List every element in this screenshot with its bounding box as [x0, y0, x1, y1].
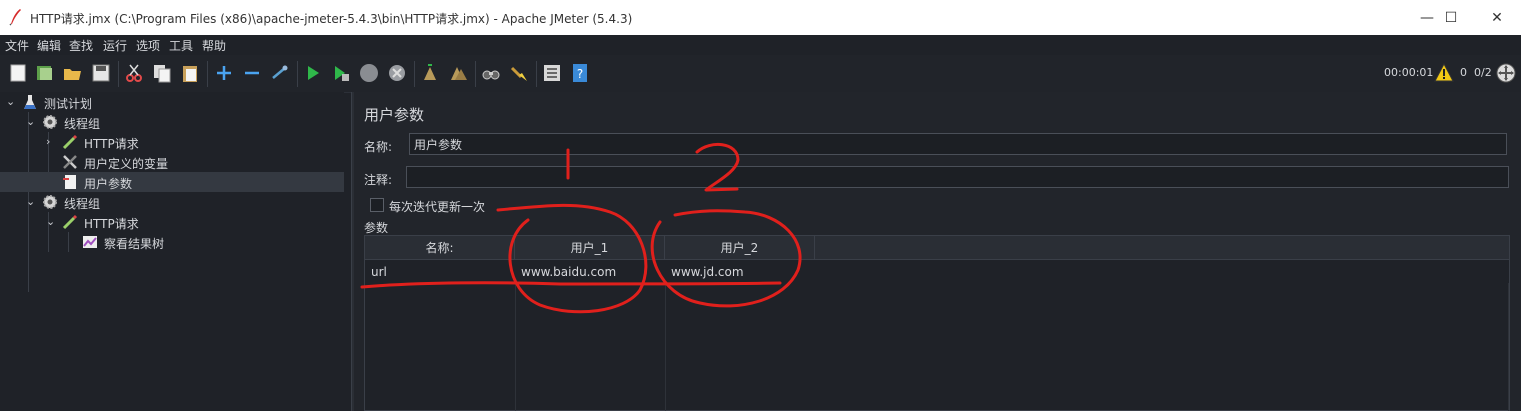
column-divider: [1508, 283, 1509, 411]
gear-icon: [43, 115, 57, 129]
toolbar-separator: [297, 61, 298, 87]
menubar: 文件 编辑 查找 运行 选项 工具 帮助: [0, 35, 1521, 55]
toolbar-separator: [207, 61, 208, 87]
tree-node-label: 用户参数: [84, 177, 133, 191]
menu-search[interactable]: 查找: [69, 37, 93, 54]
pipette-icon: [62, 214, 78, 230]
flask-icon: [24, 95, 36, 109]
stop-icon[interactable]: [359, 63, 379, 83]
menu-options[interactable]: 选项: [136, 37, 160, 54]
collapse-icon[interactable]: [242, 63, 262, 83]
tree-node-label: HTTP请求: [84, 137, 139, 151]
start-icon[interactable]: [303, 63, 323, 83]
table-cell[interactable]: www.jd.com: [665, 261, 815, 283]
test-plan-tree: ⌄ 测试计划 ⌄ 线程组 › HTTP请求 用户定义的变量 用户参数 ⌄ 线程组…: [0, 92, 344, 411]
toolbar: ? 00:00:01 0 0/2: [0, 55, 1521, 93]
comment-input[interactable]: [406, 166, 1509, 188]
parameters-label: 参数: [364, 221, 389, 235]
chevron-down-icon[interactable]: ⌄: [26, 115, 35, 128]
tree-node-test-plan[interactable]: ⌄ 测试计划: [0, 92, 344, 112]
clear-icon[interactable]: [420, 63, 440, 83]
window-title: HTTP请求.jmx (C:\Program Files (x86)\apach…: [30, 12, 633, 26]
remote-status-icon[interactable]: [1496, 63, 1516, 83]
document-icon: [63, 175, 76, 189]
tree-node-label: 测试计划: [44, 97, 93, 111]
elapsed-time: 00:00:01: [1384, 66, 1434, 79]
templates-icon[interactable]: [35, 63, 55, 83]
maximize-button[interactable]: ☐: [1428, 0, 1474, 35]
panel-title: 用户参数: [364, 106, 425, 124]
paste-icon[interactable]: [180, 63, 200, 83]
tree-node-label: 线程组: [64, 117, 101, 131]
copy-icon[interactable]: [152, 63, 172, 83]
tree-node-http-request[interactable]: › HTTP请求: [0, 132, 344, 152]
tree-node-label: 用户定义的变量: [84, 157, 169, 171]
tree-node-label: 察看结果树: [104, 237, 165, 251]
chevron-down-icon[interactable]: ⌄: [46, 215, 55, 228]
comment-label: 注释:: [364, 173, 393, 187]
parameters-table: 名称: 用户_1 用户_2 url www.baidu.com www.jd.c…: [364, 235, 1510, 411]
jmeter-feather-icon: [9, 9, 21, 26]
function-helper-icon[interactable]: [542, 63, 562, 83]
toolbar-separator: [118, 61, 119, 87]
chevron-right-icon[interactable]: ›: [46, 135, 50, 148]
pipette-icon: [62, 134, 78, 150]
tree-node-thread-group[interactable]: ⌄ 线程组: [0, 112, 344, 132]
tree-node-label: HTTP请求: [84, 217, 139, 231]
tree-node-user-parameters[interactable]: 用户参数: [0, 172, 344, 192]
menu-tools[interactable]: 工具: [169, 37, 193, 54]
table-cell[interactable]: www.baidu.com: [515, 261, 665, 283]
column-header-empty: [815, 236, 1509, 260]
tree-node-http-request-2[interactable]: ⌄ HTTP请求: [0, 212, 344, 232]
column-header-name[interactable]: 名称:: [365, 236, 515, 260]
column-header-user-2[interactable]: 用户_2: [665, 236, 815, 260]
window-titlebar: HTTP请求.jmx (C:\Program Files (x86)\apach…: [0, 0, 1521, 35]
search-icon[interactable]: [481, 63, 501, 83]
tree-node-user-defined-vars[interactable]: 用户定义的变量: [0, 152, 344, 172]
tree-node-label: 线程组: [64, 197, 101, 211]
name-input[interactable]: 用户参数: [409, 133, 1507, 155]
start-no-pause-icon[interactable]: [331, 63, 351, 83]
new-icon[interactable]: [8, 63, 28, 83]
chart-icon: [83, 236, 97, 248]
column-divider: [515, 283, 516, 411]
open-icon[interactable]: [63, 63, 83, 83]
tree-node-view-results-tree[interactable]: 察看结果树: [0, 232, 344, 252]
shutdown-icon[interactable]: [387, 63, 407, 83]
help-icon[interactable]: ?: [570, 63, 590, 83]
expand-icon[interactable]: [214, 63, 234, 83]
name-label: 名称:: [364, 140, 393, 154]
update-once-checkbox[interactable]: [370, 198, 384, 212]
warning-icon[interactable]: [1434, 63, 1454, 83]
close-button[interactable]: ✕: [1474, 0, 1520, 35]
chevron-down-icon[interactable]: ⌄: [26, 195, 35, 208]
user-parameters-panel: 用户参数 名称: 用户参数 注释: 每次迭代更新一次 参数 名称: 用户_1 用…: [354, 92, 1521, 411]
active-threads: 0/2: [1474, 66, 1492, 79]
gear-icon: [43, 195, 57, 209]
svg-text:?: ?: [577, 67, 583, 81]
tree-node-thread-group-2[interactable]: ⌄ 线程组: [0, 192, 344, 212]
menu-run[interactable]: 运行: [103, 37, 127, 54]
save-icon[interactable]: [91, 63, 111, 83]
menu-file[interactable]: 文件: [5, 37, 29, 54]
tools-icon: [63, 155, 77, 169]
column-header-user-1[interactable]: 用户_1: [515, 236, 665, 260]
toolbar-separator: [475, 61, 476, 87]
menu-help[interactable]: 帮助: [202, 37, 226, 54]
toggle-icon[interactable]: [270, 63, 290, 83]
update-once-label: 每次迭代更新一次: [389, 200, 486, 214]
column-divider: [665, 283, 666, 411]
clear-all-icon[interactable]: [448, 63, 468, 83]
cut-icon[interactable]: [124, 63, 144, 83]
reset-search-icon[interactable]: [509, 63, 529, 83]
chevron-down-icon[interactable]: ⌄: [6, 95, 15, 108]
table-cell[interactable]: url: [365, 261, 515, 283]
warning-count: 0: [1460, 66, 1467, 79]
toolbar-separator: [536, 61, 537, 87]
toolbar-separator: [414, 61, 415, 87]
menu-edit[interactable]: 编辑: [37, 37, 61, 54]
